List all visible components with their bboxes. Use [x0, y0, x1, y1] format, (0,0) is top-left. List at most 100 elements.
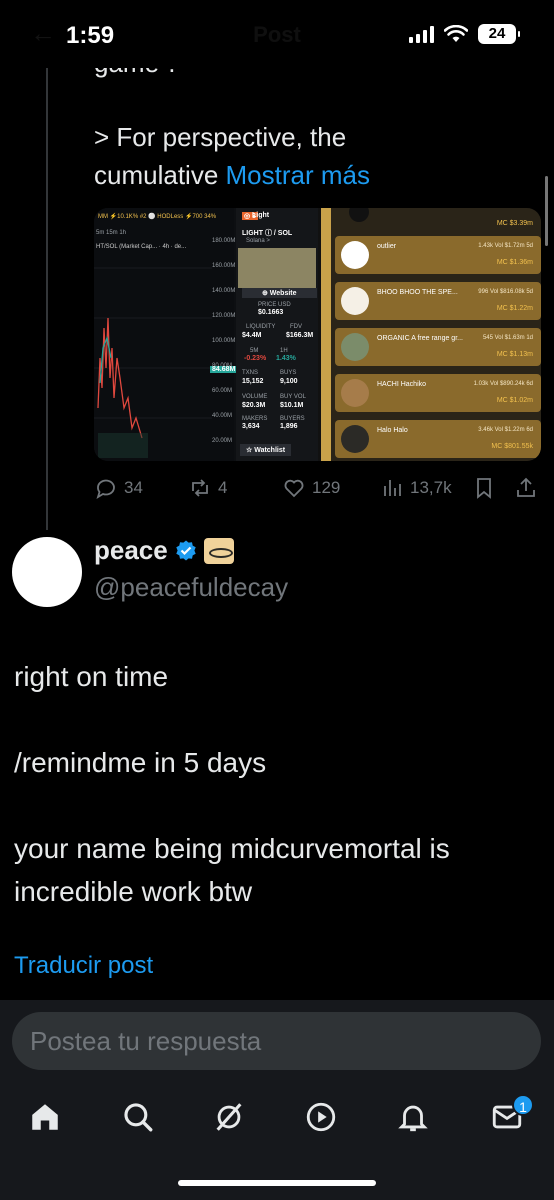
grok-icon[interactable]	[212, 1100, 246, 1134]
buys-value: 9,100	[280, 378, 298, 385]
coin-card: BHOO BHOO THE SPE... 996 Vol $816.08k 5d M…	[335, 282, 541, 320]
video-icon[interactable]	[304, 1100, 338, 1134]
messages-badge: 1	[512, 1094, 534, 1116]
buyers-value: 1,896	[280, 423, 298, 430]
coin-market-cap: MC $801.55k	[491, 443, 533, 450]
home-icon[interactable]	[28, 1100, 62, 1134]
buys-label: BUYS	[280, 370, 297, 376]
wifi-icon	[444, 25, 468, 42]
coin-card: outlier 1.43k Vol $1.72m 5d MC $1.36m	[335, 236, 541, 274]
fdv-label: FDV	[290, 324, 302, 330]
m5-label: 5M	[250, 348, 259, 354]
top-coin-mc: MC $3.39m	[496, 220, 533, 227]
status-icons: 24	[409, 24, 520, 44]
h1-value: 1.43%	[276, 355, 296, 362]
coin-market-cap: MC $1.22m	[496, 305, 533, 312]
reply-line: your name being midcurvemortal is	[14, 833, 450, 864]
author-name[interactable]: peace	[94, 535, 168, 566]
makers-value: 3,634	[242, 423, 260, 430]
cellular-signal-icon	[409, 25, 434, 43]
website-button: ⊕ Website	[242, 288, 317, 298]
m5-value: -0.23%	[244, 355, 267, 362]
fdv-value: $166.3M	[286, 332, 314, 339]
price-usd-value: $0.1663	[258, 309, 284, 316]
volume-value: $20.3M	[242, 402, 266, 409]
price-usd-label: PRICE USD	[258, 302, 291, 308]
coin-market-cap: MC $1.36m	[496, 259, 533, 266]
volume-label: VOLUME	[242, 394, 268, 400]
txns-value: 15,152	[242, 378, 264, 385]
coin-name: HACHI Hachiko	[377, 381, 427, 388]
views-icon	[384, 480, 401, 496]
light-tab-label: Light	[252, 212, 270, 219]
coin-card: HACHI Hachiko 1.03k Vol $890.24k 6d MC $1.…	[335, 374, 541, 412]
h1-label: 1H	[280, 348, 288, 354]
show-more-link[interactable]: Mostrar más	[226, 160, 370, 190]
coin-stats: 1.43k Vol $1.72m 5d	[478, 243, 533, 249]
coin-stats: 1.03k Vol $890.24k 6d	[473, 381, 533, 387]
coin-market-cap: MC $1.02m	[496, 397, 533, 404]
reply-count: 34	[124, 478, 143, 497]
post-media-gallery[interactable]: MM ⚡10.1K% #2 ⚪ HODLess ⚡700 34% 5m 15m …	[94, 208, 541, 461]
coin-avatar	[341, 241, 369, 269]
token-info-panel: ◎ 3 LIGHT ⓘ / SOL Solana > ⊕ Website PRI…	[236, 208, 318, 461]
share-icon	[517, 477, 535, 497]
reply-action[interactable]: 34	[94, 476, 143, 500]
repost-action[interactable]: 4	[188, 476, 227, 500]
battery-indicator: 24	[478, 24, 520, 44]
repost-count: 4	[218, 478, 228, 497]
media-image-chart[interactable]: MM ⚡10.1K% #2 ⚪ HODLess ⚡700 34% 5m 15m …	[94, 208, 318, 461]
parent-text-line: > For perspective, the	[94, 122, 347, 152]
coin-name: ORGANIC A free range gr...	[377, 335, 463, 342]
translate-post-link[interactable]: Traducir post	[14, 952, 153, 980]
home-indicator[interactable]	[178, 1180, 376, 1186]
txns-label: TXNS	[242, 370, 259, 376]
price-chart-panel: MM ⚡10.1K% #2 ⚪ HODLess ⚡700 34% 5m 15m …	[94, 208, 238, 461]
buy-volume-label: BUY VOL	[280, 394, 306, 400]
reply-line: incredible work btw	[14, 876, 253, 907]
reply-icon	[96, 479, 115, 499]
thread-line	[46, 68, 48, 530]
reply-input[interactable]: Postea tu respuesta	[12, 1012, 541, 1070]
reply-line: right on time	[14, 661, 169, 692]
like-count: 129	[312, 478, 341, 497]
heart-icon	[284, 479, 304, 498]
reply-text: right on time /remindme in 5 days your n…	[14, 655, 534, 913]
coin-stats: 996 Vol $816.08k 5d	[478, 289, 533, 295]
media-image-coin-list[interactable]: MC $3.39m outlier 1.43k Vol $1.72m 5d MC $…	[321, 208, 541, 461]
author-name-row[interactable]: peace	[94, 535, 234, 566]
scrollbar[interactable]	[545, 176, 548, 246]
parent-text-line: cumulative	[94, 160, 219, 190]
views-action[interactable]: 13,7k	[380, 476, 452, 500]
coin-avatar	[341, 333, 369, 361]
author-handle[interactable]: @peacefuldecay	[94, 572, 288, 603]
status-time: 1:59	[66, 22, 115, 49]
reply-line: /remindme in 5 days	[14, 747, 267, 778]
notifications-bell-icon[interactable]	[396, 1100, 430, 1134]
share-action[interactable]	[514, 476, 538, 500]
repost-icon	[192, 479, 208, 497]
token-pair: LIGHT ⓘ / SOL	[242, 230, 293, 237]
buyers-label: BUYERS	[280, 416, 305, 422]
coin-avatar	[341, 425, 369, 453]
buy-volume-value: $10.1M	[280, 402, 304, 409]
coin-stats: 3.46k Vol $1.22m 6d	[478, 427, 533, 433]
like-action[interactable]: 129	[282, 476, 340, 500]
watchlist-button: ☆ Watchlist	[240, 444, 292, 456]
coin-avatar	[341, 287, 369, 315]
post-actions: 34 4 129 13,7k	[94, 476, 542, 506]
verified-badge-icon	[176, 540, 196, 560]
bookmark-action[interactable]	[472, 476, 496, 500]
liquidity-label: LIQUIDITY	[246, 324, 276, 330]
coin-card: Halo Halo 3.46k Vol $1.22m 6d MC $801.55k	[335, 420, 541, 458]
search-icon[interactable]	[121, 1100, 155, 1134]
coin-avatar	[341, 379, 369, 407]
makers-label: MAKERS	[242, 416, 268, 422]
liquidity-value: $4.4M	[242, 332, 262, 339]
coin-stats: 545 Vol $1.63m 1d	[482, 335, 533, 341]
coin-name: outlier	[377, 243, 397, 250]
coin-name: BHOO BHOO THE SPE...	[377, 289, 458, 296]
avatar[interactable]	[12, 537, 82, 607]
token-chain: Solana >	[246, 238, 270, 244]
views-count: 13,7k	[410, 478, 452, 497]
